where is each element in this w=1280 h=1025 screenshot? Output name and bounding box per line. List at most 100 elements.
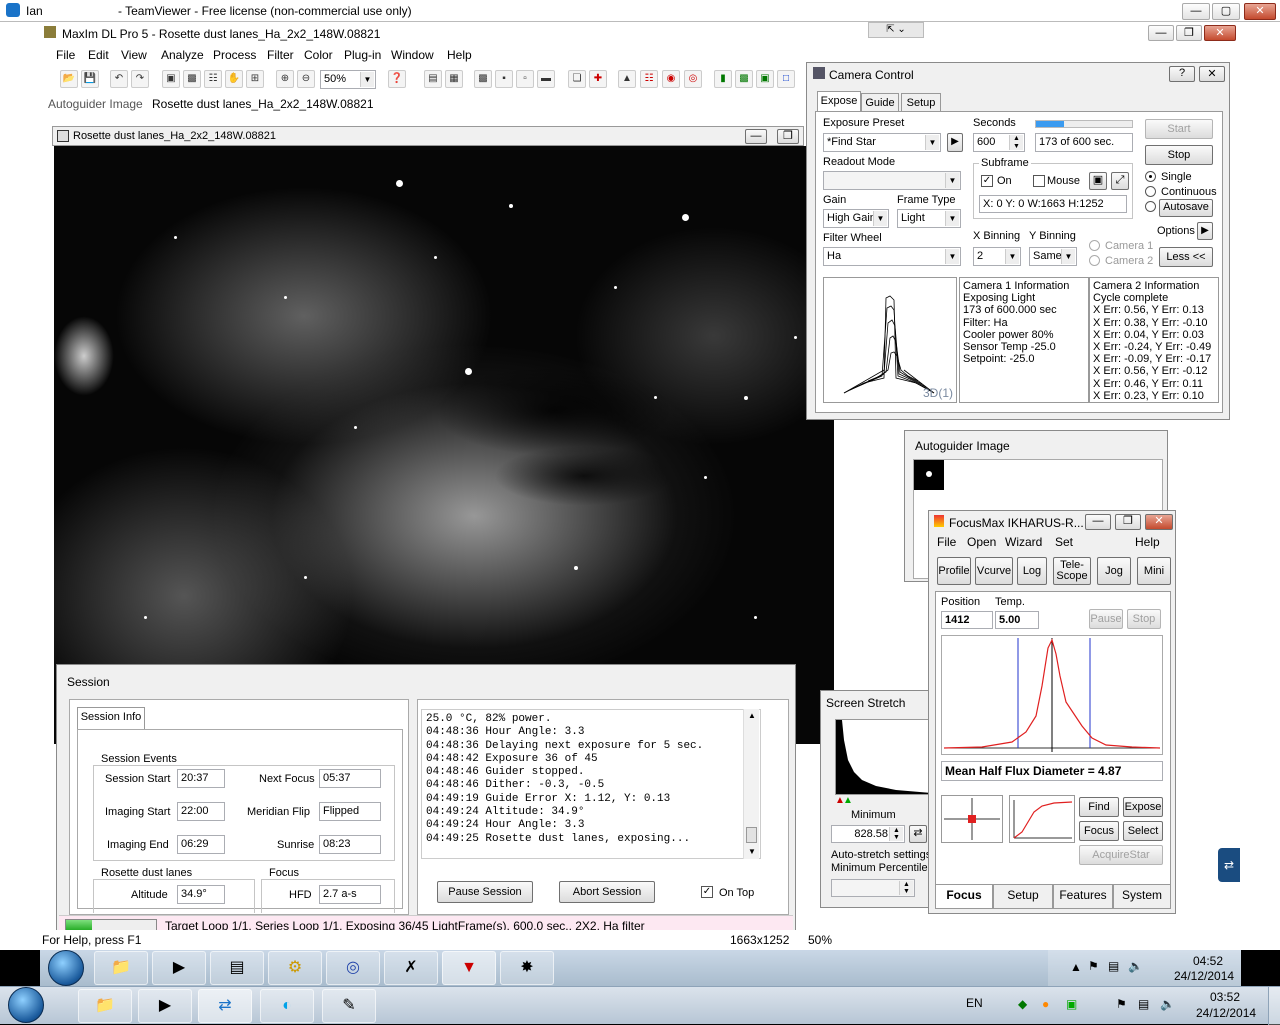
scroll-down-icon[interactable]: ▼ (748, 847, 756, 856)
fm-tab-setup[interactable]: Setup (993, 885, 1053, 909)
camera-icon[interactable]: ☷ (640, 70, 658, 88)
subframe-mouse-checkbox[interactable] (1033, 175, 1045, 187)
observatory-icon[interactable]: ◉ (662, 70, 680, 88)
show-desktop-button[interactable] (1268, 987, 1280, 1025)
on-top-checkbox[interactable]: ✓ (701, 886, 713, 898)
redo-icon[interactable]: ↷ (131, 70, 149, 88)
remote-task-telescope-icon[interactable]: ✸ (500, 951, 554, 985)
focusmax-minimize-button[interactable]: — (1085, 514, 1111, 530)
remote-clock-date[interactable]: 24/12/2014 (1174, 969, 1234, 983)
astro-image[interactable] (54, 146, 834, 744)
x-binning-select[interactable]: 2 ▼ (973, 247, 1021, 266)
local-task-teamviewer-icon[interactable]: ⇄ (198, 989, 252, 1023)
single-radio[interactable] (1145, 171, 1156, 182)
tray-network-icon[interactable]: ▤ (1138, 997, 1149, 1011)
select-icon[interactable]: ☷ (204, 70, 222, 88)
scroll-thumb[interactable] (746, 827, 757, 843)
language-indicator[interactable]: EN (966, 996, 983, 1010)
tray-app-icon[interactable]: ▣ (1066, 997, 1077, 1011)
maxim-minimize-button[interactable]: — (1148, 25, 1174, 41)
zoom-select[interactable]: 50% ▼ (320, 70, 376, 89)
fm-menu-wizard[interactable]: Wizard (1005, 535, 1042, 549)
acquire-star-button[interactable]: AcquireStar (1079, 845, 1163, 865)
fm-menu-open[interactable]: Open (967, 535, 996, 549)
mini-button[interactable]: Mini (1137, 557, 1171, 585)
subframe-on-checkbox[interactable]: ✓ (981, 175, 993, 187)
remote-task-maxim-icon[interactable]: ▤ (210, 951, 264, 985)
log-button[interactable]: Log (1017, 557, 1047, 585)
teamviewer-maximize-button[interactable]: ▢ (1212, 3, 1240, 20)
tray-usb-icon[interactable]: ◆ (1018, 997, 1027, 1011)
copy-icon[interactable]: ❏ (568, 70, 586, 88)
image-view-icon[interactable]: ▣ (162, 70, 180, 88)
teamviewer-side-tab[interactable]: ⇄ (1218, 848, 1240, 882)
pause-button[interactable]: Pause (1089, 609, 1123, 629)
menu-file[interactable]: File (56, 48, 75, 62)
menu-process[interactable]: Process (213, 48, 256, 62)
tray-volume-icon[interactable]: 🔈 (1160, 997, 1175, 1011)
fm-tab-features[interactable]: Features (1053, 885, 1113, 909)
focusmax-close-button[interactable]: ✕ (1145, 514, 1173, 530)
continuous-radio[interactable] (1145, 186, 1156, 197)
local-clock-time[interactable]: 03:52 (1210, 990, 1240, 1004)
seconds-input[interactable]: 600 ▲ ▼ (973, 133, 1025, 152)
menu-analyze[interactable]: Analyze (161, 48, 204, 62)
remote-task-focusmax-icon[interactable]: ▼ (442, 951, 496, 985)
percentile-input[interactable]: ▲ ▼ (831, 879, 915, 897)
crop-icon[interactable]: ⊞ (246, 70, 264, 88)
crosshair-icon[interactable]: ✚ (589, 70, 607, 88)
menu-edit[interactable]: Edit (88, 48, 109, 62)
remote-task-target-icon[interactable]: ◎ (326, 951, 380, 985)
local-clock-date[interactable]: 24/12/2014 (1196, 1006, 1256, 1020)
telescope-icon[interactable]: ▲ (618, 70, 636, 88)
focuser-icon[interactable]: ◎ (684, 70, 702, 88)
tab-setup[interactable]: Setup (901, 93, 941, 111)
stretch-histogram[interactable] (835, 719, 931, 795)
tab-expose[interactable]: Expose (817, 91, 861, 111)
telescope-button[interactable]: Tele- Scope (1053, 557, 1091, 585)
teamviewer-session-controls[interactable]: ⇱ ⌄ (868, 22, 924, 38)
filter-wheel-select[interactable]: Ha ▼ (823, 247, 961, 266)
local-task-explorer-icon[interactable]: 📁 (78, 989, 132, 1023)
camera1-radio[interactable] (1089, 240, 1100, 251)
fm-menu-help[interactable]: Help (1135, 535, 1160, 549)
save-icon[interactable]: 💾 (81, 70, 99, 88)
local-start-button[interactable] (8, 987, 44, 1023)
tray-flag-icon[interactable]: ⚑ (1088, 959, 1099, 973)
select-button[interactable]: Select (1123, 821, 1163, 841)
info-icon[interactable]: ▤ (424, 70, 442, 88)
scroll-up-icon[interactable]: ▲ (748, 711, 756, 720)
context-help-icon[interactable]: ❓ (388, 70, 406, 88)
align-icon[interactable]: ▫ (516, 70, 534, 88)
camera-help-button[interactable]: ? (1169, 66, 1195, 82)
vcurve-button[interactable]: Vcurve (975, 557, 1013, 585)
session-log[interactable]: 25.0 °C, 82% power. 04:48:36 Hour Angle:… (421, 709, 761, 859)
chart-icon[interactable]: ▮ (714, 70, 732, 88)
tray-avast-icon[interactable]: ● (1042, 997, 1049, 1011)
fm-tab-focus[interactable]: Focus (935, 885, 993, 909)
undo-icon[interactable]: ↶ (110, 70, 128, 88)
autosave-radio[interactable] (1145, 201, 1156, 212)
menu-window[interactable]: Window (391, 48, 434, 62)
teamviewer-minimize-button[interactable]: — (1182, 3, 1210, 20)
fm-menu-set[interactable]: Set (1055, 535, 1073, 549)
abort-session-button[interactable]: Abort Session (559, 881, 655, 903)
remote-task-gear-icon[interactable]: ⚙ (268, 951, 322, 985)
local-task-media-icon[interactable]: ▶ (138, 989, 192, 1023)
profile-button[interactable]: Profile (937, 557, 971, 585)
window-icon[interactable]: ▣ (756, 70, 774, 88)
exposure-preset-select[interactable]: *Find Star ▼ (823, 133, 941, 152)
menu-filter[interactable]: Filter (267, 48, 294, 62)
zoom-out-icon[interactable]: ⊖ (297, 70, 315, 88)
readout-mode-select[interactable]: ▼ (823, 171, 961, 190)
layout-icon[interactable]: ▩ (735, 70, 753, 88)
image-minimize-button[interactable]: — (745, 129, 767, 144)
teamviewer-close-button[interactable]: ✕ (1244, 3, 1276, 20)
find-button[interactable]: Find (1079, 797, 1119, 817)
filter-icon[interactable]: ▪ (495, 70, 513, 88)
tab-guide[interactable]: Guide (861, 93, 899, 111)
stack-icon[interactable]: ▬ (537, 70, 555, 88)
remote-task-x-icon[interactable]: ✗ (384, 951, 438, 985)
screen-stretch-icon[interactable]: ▩ (183, 70, 201, 88)
jog-button[interactable]: Jog (1097, 557, 1131, 585)
